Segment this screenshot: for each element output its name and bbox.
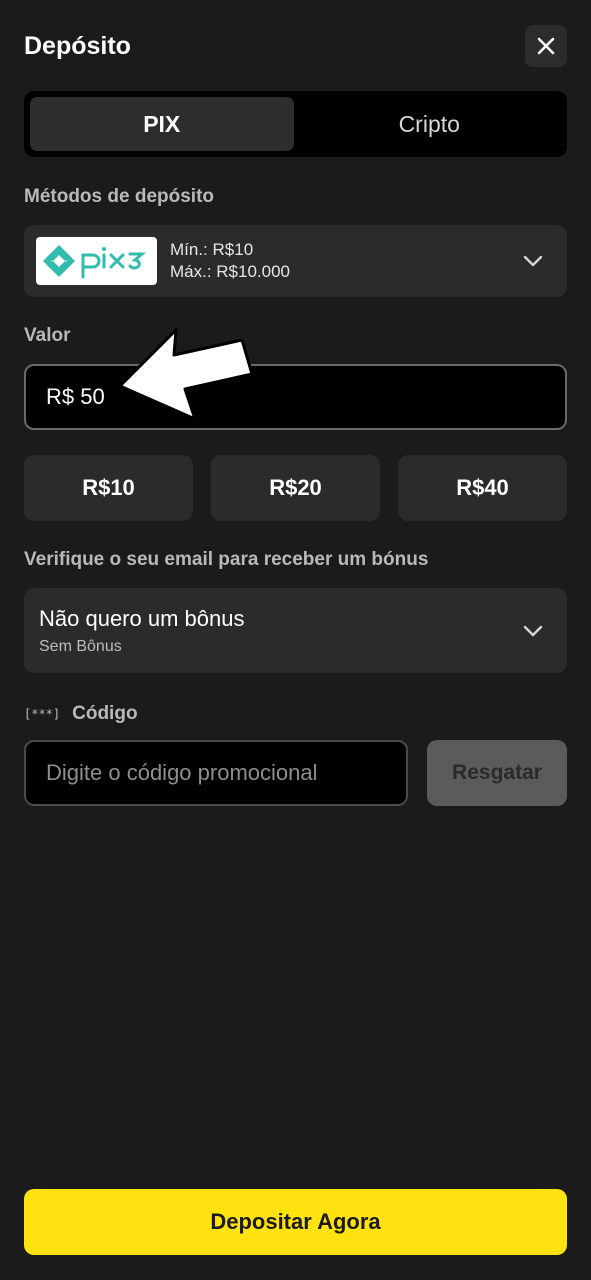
amount-20-button[interactable]: R$20 [211,455,380,521]
method-max: Máx.: R$10.000 [170,262,291,281]
payment-tabs: PIX Cripto [24,91,567,157]
method-min: Mín.: R$10 [170,240,254,259]
code-icon: [***] [24,707,61,721]
bonus-selected-subtitle: Sem Bônus [39,638,122,655]
deposit-now-button[interactable]: Depositar Agora [24,1189,567,1255]
bonus-label: Verifique o seu email para receber um bó… [24,549,429,570]
promo-code-input[interactable] [24,740,408,806]
tab-pix[interactable]: PIX [30,97,294,151]
chevron-down-icon [523,255,543,267]
chevron-down-icon [523,625,543,636]
page-title: Depósito [24,31,131,60]
amount-input[interactable]: R$ 50 [24,364,567,430]
deposit-method-select[interactable]: Mín.: R$10 Máx.: R$10.000 [24,225,567,297]
amount-40-button[interactable]: R$40 [398,455,567,521]
tab-cripto[interactable]: Cripto [298,97,562,151]
close-icon [537,37,555,55]
pix-logo [36,237,157,285]
code-label: Código [72,703,138,724]
bonus-select[interactable]: Não quero um bônus Sem Bônus [24,588,567,673]
code-header: [***] Código [24,700,138,728]
amount-10-button[interactable]: R$10 [24,455,193,521]
deposit-methods-label: Métodos de depósito [24,186,214,207]
bonus-selected-title: Não quero um bônus [39,606,245,631]
value-label: Valor [24,325,71,346]
redeem-button[interactable]: Resgatar [427,740,567,806]
close-button[interactable] [525,25,567,67]
modal-header: Depósito [24,24,567,68]
pix-logo-icon [42,245,146,279]
method-limits: Mín.: R$10 Máx.: R$10.000 [170,240,290,282]
pointer-arrow-icon [118,328,254,421]
quick-amounts: R$10 R$20 R$40 [24,455,567,521]
